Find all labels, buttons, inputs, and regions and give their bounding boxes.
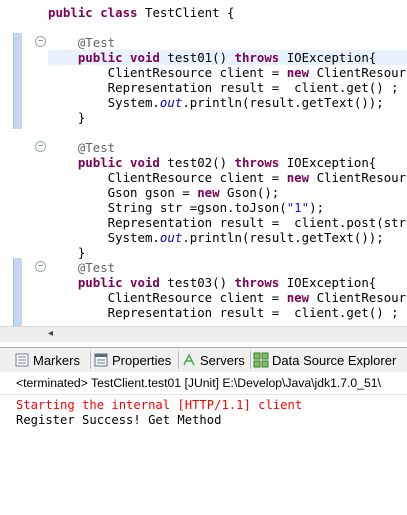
fold-collapse-icon[interactable]: − (35, 36, 46, 47)
code-token: TestClient { (144, 5, 235, 20)
code-token: Gson(); (227, 185, 280, 200)
servers-icon (183, 353, 195, 366)
code-editor[interactable]: − − − public class TestClient { @Test pu… (0, 0, 407, 326)
code-token: System. (48, 95, 160, 110)
fold-collapse-icon[interactable]: − (35, 261, 46, 272)
code-line-test01-l2: Representation result = client.get() ; (48, 80, 399, 95)
code-token: .println(result.getText()); (182, 230, 384, 245)
code-token: "1" (286, 200, 310, 215)
code-token: @Test (48, 140, 116, 155)
code-line-test01-l1: ClientResource client = new ClientResour… (48, 65, 407, 80)
horizontal-scrollbar[interactable]: ◂ (0, 326, 407, 342)
markers-icon (15, 353, 29, 367)
properties-icon (94, 353, 108, 367)
code-token: new (286, 65, 317, 80)
code-token: ClientResource(" (316, 65, 407, 80)
tab-properties[interactable]: Properties (93, 350, 171, 370)
code-line-test02-l3: String str =gson.toJson("1"); (48, 200, 324, 215)
code-token: IOException{ (286, 50, 377, 65)
code-token: out (159, 95, 183, 110)
overview-ruler-marker (13, 33, 22, 129)
code-line-test03-sig: public void test03() throws IOException{ (48, 275, 376, 290)
code-token: test01() (167, 50, 235, 65)
code-token: public void (48, 50, 168, 65)
code-token: @Test (48, 260, 116, 275)
code-line-test03-l2: Representation result = client.get() ; (48, 305, 399, 320)
code-token: ClientResource(" (316, 290, 407, 305)
code-token: throws (234, 50, 287, 65)
code-line-test01-ann: @Test (48, 35, 115, 50)
tab-data-source-explorer[interactable]: Data Source Explorer (253, 350, 396, 370)
code-token: } (48, 110, 86, 125)
chevron-left-icon[interactable]: ◂ (48, 328, 53, 339)
code-token: ClientResource(" (316, 170, 407, 185)
code-token: IOException{ (286, 275, 377, 290)
code-token: ClientResource client = (48, 170, 287, 185)
console-output[interactable]: Starting the internal [HTTP/1.1] client R… (16, 398, 407, 428)
code-line-test03-ann: @Test (48, 260, 115, 275)
console-line: Register Success! Get Method (16, 413, 222, 427)
code-token: Representation result = client.post(str)… (48, 215, 407, 230)
code-line-test02-sig: public void test02() throws IOException{ (48, 155, 376, 170)
code-token: Representation result = client.get() ; (48, 305, 399, 320)
code-line-test01-l3: System.out.println(result.getText()); (48, 95, 384, 110)
fold-collapse-icon[interactable]: − (35, 141, 46, 152)
tab-label: Markers (33, 352, 80, 368)
tab-markers[interactable]: Markers (14, 350, 80, 370)
tab-label: Properties (112, 352, 172, 368)
tab-servers[interactable]: Servers (181, 350, 245, 370)
code-line-test01-end: } (48, 110, 85, 125)
code-line-test03-l1: ClientResource client = new ClientResour… (48, 290, 407, 305)
code-line-test02-l1: ClientResource client = new ClientResour… (48, 170, 407, 185)
code-token: ClientResource client = (48, 290, 287, 305)
code-token: throws (234, 155, 287, 170)
code-token: ClientResource client = (48, 65, 287, 80)
overview-ruler-marker (13, 258, 22, 326)
code-line-test01-sig: public void test01() throws IOException{ (48, 50, 407, 65)
code-token: public class (48, 5, 145, 20)
code-line-class-decl: public class TestClient { (48, 5, 235, 20)
code-line-test02-end: } (48, 245, 85, 260)
view-tab-bar: Markers Properties Servers Data Source E… (0, 347, 407, 373)
data-source-icon (253, 352, 269, 368)
code-line-test02-ann: @Test (48, 140, 115, 155)
code-token: @Test (48, 35, 116, 50)
code-token: public void (48, 275, 168, 290)
console-line: Starting the internal [HTTP/1.1] client (16, 398, 303, 412)
code-line-test02-l4: Representation result = client.post(str)… (48, 215, 407, 230)
code-token: new (286, 290, 317, 305)
tab-label: Data Source Explorer (272, 352, 397, 368)
code-token: ); (309, 200, 325, 215)
tab-label: Servers (200, 352, 245, 368)
code-line-test02-l5: System.out.println(result.getText()); (48, 230, 384, 245)
code-token: System. (48, 230, 160, 245)
code-token: throws (234, 275, 287, 290)
code-line-test02-l2: Gson gson = new Gson(); (48, 185, 280, 200)
code-token: new (197, 185, 228, 200)
code-token: test02() (167, 155, 235, 170)
code-token: .println(result.getText()); (182, 95, 384, 110)
code-token: IOException{ (286, 155, 377, 170)
code-token: out (159, 230, 183, 245)
code-token: test03() (167, 275, 235, 290)
code-token: public void (48, 155, 168, 170)
code-token: Representation result = client.get() ; (48, 80, 399, 95)
code-token: } (48, 245, 86, 260)
code-token: String str =gson.toJson( (48, 200, 287, 215)
console-launch-header: <terminated> TestClient.test01 [JUnit] E… (0, 372, 407, 394)
code-token: Gson gson = (48, 185, 198, 200)
code-token: new (286, 170, 317, 185)
